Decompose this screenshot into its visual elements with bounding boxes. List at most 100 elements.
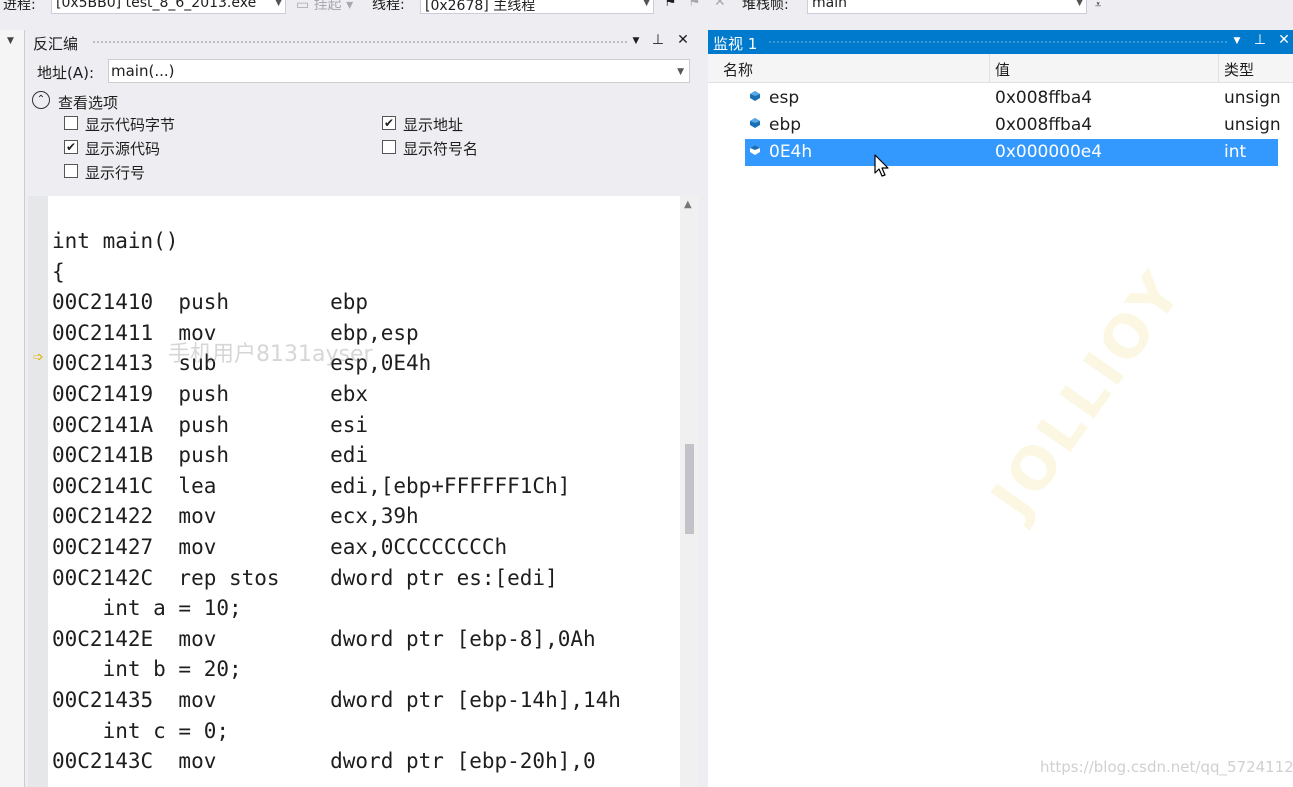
show-line-numbers-checkbox[interactable] [64,164,78,178]
code-line[interactable]: { [52,257,621,288]
code-line[interactable]: 00C2141C lea edi,[ebp+FFFFFF1Ch] [52,471,621,502]
toolbar-overflow-icon[interactable]: ⩡ [1095,0,1101,12]
flag-icon[interactable]: ⚑ [688,0,701,10]
show-source-label: 显示源代码 [85,140,161,158]
code-line[interactable]: 00C21422 mov ecx,39h [52,501,621,532]
watch-type: unsign [1224,88,1281,108]
pin-icon[interactable]: ⊥ [1252,32,1268,48]
show-address-label: 显示地址 [403,116,464,134]
watch-panel: 监视 1 ▼ ⊥ ✕ 名称 值 类型 esp 0x008ffba4 unsign… [708,30,1293,787]
disassembly-code-view[interactable]: ➩ int main(){00C21410 push ebp 00C21411 m… [28,196,699,787]
mouse-cursor-icon [874,154,889,177]
code-line[interactable]: 00C2142C rep stos dword ptr es:[edi] [52,563,621,594]
process-label: 进程: [3,0,36,13]
thread-label: 线程: [372,0,405,13]
indicator-margin[interactable] [28,196,48,787]
code-line[interactable]: int c = 0; [52,716,621,747]
chevron-down-icon[interactable]: ▼ [1229,36,1245,46]
show-source-checkbox[interactable]: ✔ [64,140,78,154]
suspend-button[interactable]: ▭ 挂起 ▾ [296,0,353,14]
close-icon[interactable]: ✕ [1276,32,1292,48]
watch-name: 0E4h [769,142,813,162]
variable-icon [750,145,760,155]
vertical-scrollbar[interactable]: ▲ [680,196,699,787]
stackframe-combo[interactable]: main ▼ [807,0,1087,14]
show-code-bytes-checkbox[interactable] [64,116,78,130]
address-value: main(...) [111,62,175,80]
code-line[interactable]: 00C21427 mov eax,0CCCCCCCCh [52,532,621,563]
scrollbar-thumb[interactable] [685,444,694,534]
code-line[interactable]: int b = 20; [52,654,621,685]
variable-icon [750,91,760,101]
column-name[interactable]: 名称 [723,59,753,80]
titlebar-grip[interactable] [768,40,1228,45]
chevron-down-icon: ▼ [1076,0,1083,8]
chevron-down-icon[interactable]: ▼ [7,36,14,46]
column-separator[interactable] [989,54,990,82]
chevron-down-icon[interactable]: ▼ [628,36,644,46]
address-combo[interactable]: main(...) ▼ [108,59,690,83]
watch-value: 0x000000e4 [995,142,1103,162]
watch-column-header: 名称 值 类型 [708,54,1293,83]
watch-row[interactable]: esp 0x008ffba4 unsign [708,85,1293,112]
chevron-down-icon: ▼ [643,0,650,8]
show-address-checkbox[interactable]: ✔ [382,116,396,130]
watch-type: int [1224,142,1247,162]
watch-titlebar: 监视 1 ▼ ⊥ ✕ [708,30,1293,54]
code-line[interactable]: 00C21410 push ebp [52,287,621,318]
watch-row-selected[interactable]: 0E4h 0x000000e4 int [708,139,1293,166]
watch-type: unsign [1224,115,1281,135]
watch-name: ebp [769,115,802,135]
left-collapsed-panel[interactable]: ▼ [0,30,25,787]
disassembly-title: 反汇编 [33,35,79,53]
thread-combo[interactable]: [0x2678] 主线程 ▼ [420,0,654,14]
scroll-up-icon[interactable]: ▲ [684,199,692,210]
code-lines: int main(){00C21410 push ebp 00C21411 mov… [52,226,621,777]
show-line-numbers-label: 显示行号 [85,164,146,182]
code-line[interactable]: 00C2142E mov dword ptr [ebp-8],0Ah [52,624,621,655]
close-icon[interactable]: ✕ [675,32,691,48]
code-line[interactable]: 00C21435 mov dword ptr [ebp-14h],14h [52,685,621,716]
titlebar-grip[interactable] [92,40,628,45]
watch-value: 0x008ffba4 [995,88,1093,108]
address-label: 地址(A): [37,64,95,82]
watch-row[interactable]: ebp 0x008ffba4 unsign [708,112,1293,139]
brand-watermark: JOLLIOY [978,257,1197,530]
panel-splitter[interactable] [699,30,708,787]
stackframe-label: 堆栈帧: [742,0,789,13]
chevron-down-icon: ▼ [275,0,282,8]
column-value[interactable]: 值 [995,59,1010,80]
process-combo[interactable]: [0x5BB0] test_8_6_2013.exe ▼ [51,0,286,14]
show-symbols-checkbox[interactable] [382,140,396,154]
disassembly-titlebar: 反汇编 ▼ ⊥ ✕ [28,30,699,54]
column-separator[interactable] [1218,54,1219,82]
current-instruction-arrow-icon: ➩ [33,350,44,365]
stackframe-value: main [812,0,847,11]
code-line[interactable]: 00C2141B push edi [52,440,621,471]
url-watermark: https://blog.csdn.net/qq_57241128 [1040,758,1293,776]
user-watermark: 手机用户8131ayser [168,342,373,367]
flag-thread-icon[interactable]: ⚑ [664,0,677,10]
thread-value: [0x2678] 主线程 [425,0,536,14]
code-line[interactable]: 00C2143C mov dword ptr [ebp-20h],0 [52,746,621,777]
watch-value: 0x008ffba4 [995,115,1093,135]
view-options-collapse-icon[interactable]: ⌃ [32,91,50,109]
variable-icon [750,118,760,128]
code-line[interactable]: 00C21419 push ebx [52,379,621,410]
chevron-down-icon: ▼ [677,67,684,77]
column-type[interactable]: 类型 [1224,59,1254,80]
code-line[interactable]: int main() [52,226,621,257]
suspend-icon: ▭ [296,0,310,13]
view-options-label: 查看选项 [58,94,119,112]
debug-toolbar: 进程: [0x5BB0] test_8_6_2013.exe ▼ ▭ 挂起 ▾ 线… [0,0,1293,18]
code-line[interactable]: int a = 10; [52,593,621,624]
pin-icon[interactable]: ⊥ [650,32,666,48]
show-symbols-label: 显示符号名 [403,140,479,158]
show-code-bytes-label: 显示代码字节 [85,116,176,134]
watch-name: esp [769,88,800,108]
process-value: [0x5BB0] test_8_6_2013.exe [56,0,257,11]
disassembly-panel: 反汇编 ▼ ⊥ ✕ 地址(A): main(...) ▼ ⌃ 查看选项 显示代码… [28,30,699,787]
filter-icon[interactable]: ✕ [714,0,726,10]
watch-title: 监视 1 [713,35,758,53]
code-line[interactable]: 00C2141A push esi [52,410,621,441]
